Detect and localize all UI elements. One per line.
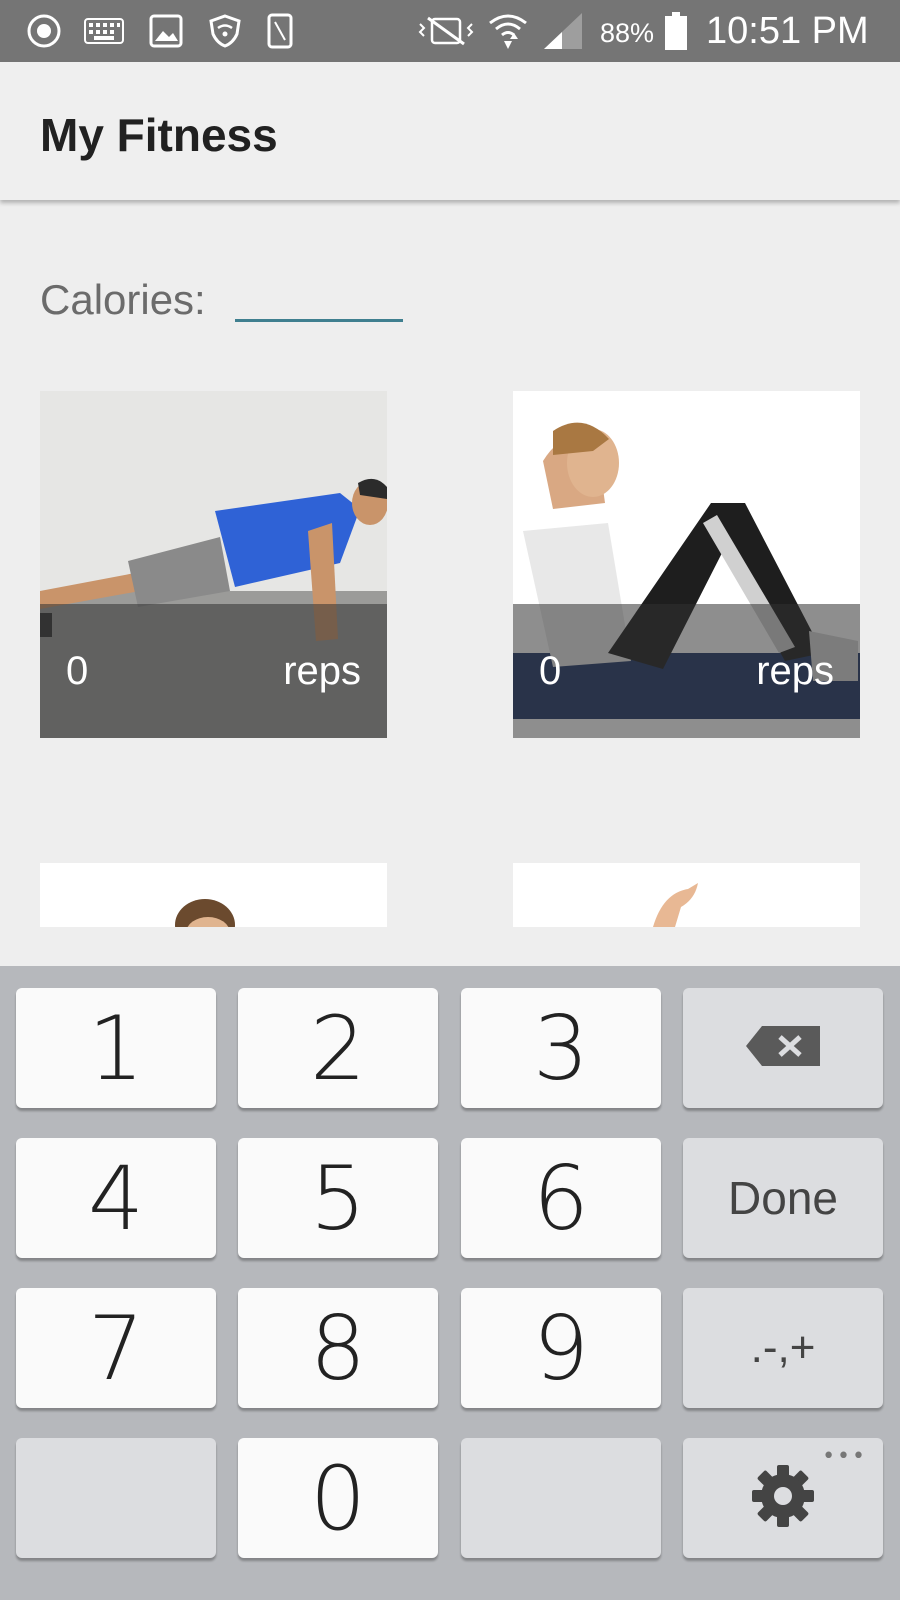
more-dots: ••• [822, 1444, 867, 1469]
done-label: Done [728, 1172, 838, 1224]
clock: 10:51 PM [706, 10, 869, 52]
key-4[interactable]: 4 [16, 1138, 216, 1258]
key-1[interactable]: 1 [16, 988, 216, 1108]
key-0[interactable]: 0 [238, 1438, 438, 1558]
rep-count: 0 [539, 649, 562, 693]
exercise-tile-pushup[interactable]: 0 reps [40, 391, 387, 738]
battery-percent: 88% [600, 18, 655, 48]
numeric-keyboard: 1 2 3 4 5 6 Done 7 8 9 .-,+ 0 ••• [0, 966, 900, 1600]
key-2[interactable]: 2 [238, 988, 438, 1108]
exercise-tile-4[interactable] [513, 863, 860, 927]
key-5[interactable]: 5 [238, 1138, 438, 1258]
calories-label: Calories: [40, 276, 206, 323]
settings-key[interactable]: ••• [683, 1438, 883, 1558]
exercise-image-4 [653, 883, 698, 927]
key-6[interactable]: 6 [461, 1138, 661, 1258]
exercise-tile-situp[interactable]: 0 reps [513, 391, 860, 738]
calories-input[interactable] [235, 275, 403, 322]
key-3[interactable]: 3 [461, 988, 661, 1108]
app-bar: My Fitness [0, 62, 900, 200]
blank-key-right[interactable] [461, 1438, 661, 1558]
rep-count: 0 [66, 649, 89, 693]
phone-icon [266, 13, 294, 49]
image-icon [148, 14, 184, 48]
symbols-key[interactable]: .-,+ [683, 1288, 883, 1408]
status-bar: 88% 10:51 PM [0, 0, 900, 62]
exercise-image-3 [175, 899, 235, 927]
battery-icon [662, 12, 690, 50]
gear-icon [750, 1463, 816, 1533]
app-title: My Fitness [40, 109, 278, 161]
done-key[interactable]: Done [683, 1138, 883, 1258]
symbols-label: .-,+ [750, 1323, 816, 1372]
keyboard-icon [84, 14, 124, 48]
key-8[interactable]: 8 [238, 1288, 438, 1408]
blank-key-left[interactable] [16, 1438, 216, 1558]
vibrate-icon [418, 14, 474, 48]
wifi-icon [486, 14, 530, 49]
key-9[interactable]: 9 [461, 1288, 661, 1408]
rep-unit: reps [283, 649, 361, 693]
media-play-icon [26, 14, 62, 48]
backspace-key[interactable] [683, 988, 883, 1108]
backspace-icon [744, 1024, 822, 1072]
signal-icon [542, 13, 586, 49]
key-7[interactable]: 7 [16, 1288, 216, 1408]
exercise-tile-3[interactable] [40, 863, 387, 927]
rep-unit: reps [756, 649, 834, 693]
shield-wifi-icon [208, 14, 242, 48]
